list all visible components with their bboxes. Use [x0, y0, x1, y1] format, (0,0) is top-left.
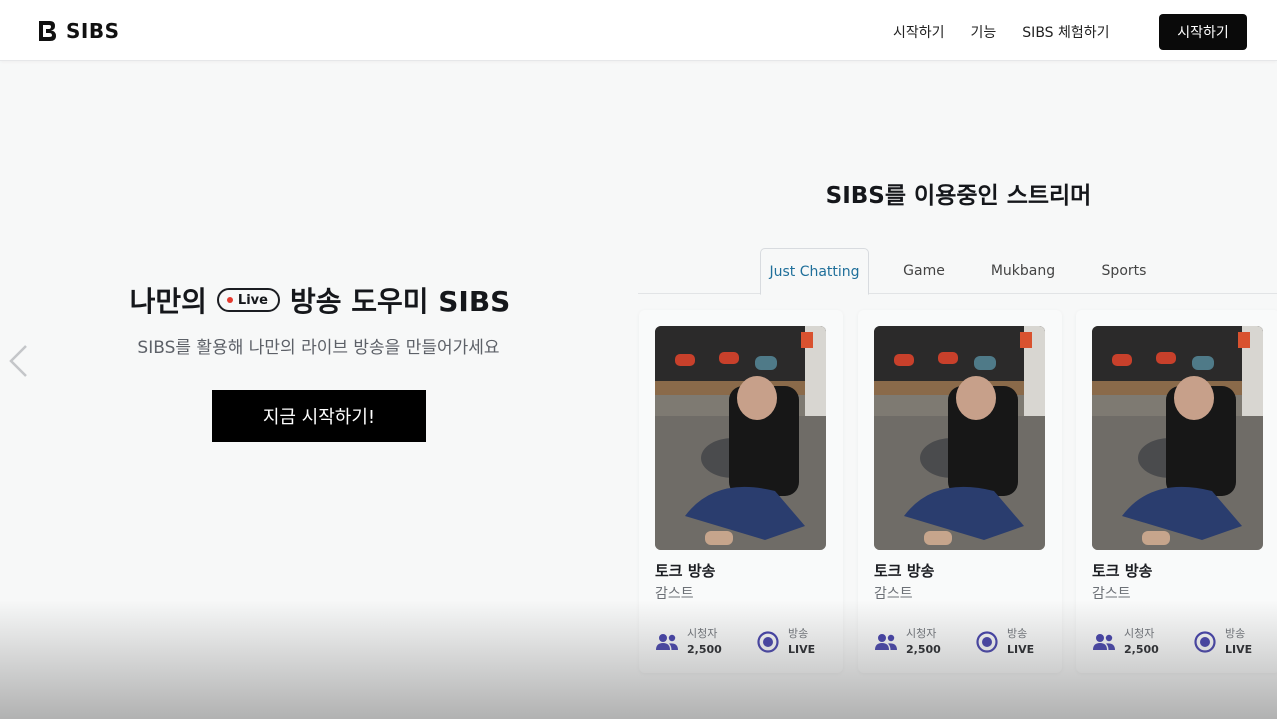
status-value: LIVE [1225, 643, 1253, 656]
card-title: 토크 방송 [655, 562, 716, 580]
viewers-stat: 시청자 2,500 [1092, 626, 1159, 658]
viewers-stat: 시청자 2,500 [655, 626, 722, 658]
live-badge: Live [216, 288, 280, 312]
tab-just-chatting[interactable]: Just Chatting [760, 248, 869, 295]
viewers-value: 2,500 [687, 643, 722, 656]
tab-game[interactable]: Game [890, 248, 958, 294]
card-title: 토크 방송 [874, 562, 935, 580]
live-stat: 방송 LIVE [975, 626, 1034, 658]
card-streamer-name: 감스트 [874, 586, 913, 602]
stream-thumbnail[interactable] [655, 326, 826, 550]
viewers-value: 2,500 [906, 643, 941, 656]
nav-link-try-sibs[interactable]: SIBS 체험하기 [1022, 22, 1109, 42]
logo-text: SIBS [66, 19, 120, 43]
category-tabs: Just Chatting Game Mukbang Sports [638, 248, 1277, 295]
viewers-value: 2,500 [1124, 643, 1159, 656]
nav-link-start[interactable]: 시작하기 [893, 22, 945, 42]
nav-links: 시작하기 기능 SIBS 체험하기 [893, 22, 1136, 42]
start-now-button[interactable]: 지금 시작하기! [212, 390, 426, 442]
nav-start-button[interactable]: 시작하기 [1159, 14, 1247, 50]
radio-button-icon [757, 631, 779, 653]
streamer-card[interactable]: 토크 방송 감스트 시청자 2,500 방송 LIVE [639, 310, 843, 673]
live-badge-label: Live [237, 292, 268, 308]
stream-thumbnail[interactable] [874, 326, 1045, 550]
logo-icon [39, 21, 56, 41]
card-streamer-name: 감스트 [655, 586, 694, 602]
users-icon [1093, 634, 1115, 650]
logo[interactable]: SIBS [38, 19, 120, 43]
card-title: 토크 방송 [1092, 562, 1153, 580]
stream-thumbnail[interactable] [1092, 326, 1263, 550]
streamer-card[interactable]: 토크 방송 감스트 시청자 2,500 방송 LIVE [1076, 310, 1277, 673]
live-stat: 방송 LIVE [756, 626, 815, 658]
tab-sports[interactable]: Sports [1090, 248, 1158, 294]
status-value: LIVE [788, 643, 816, 656]
hero-subtitle: SIBS를 활용해 나만의 라이브 방송을 만들어가세요 [137, 338, 500, 358]
status-label: 방송 [1225, 627, 1246, 640]
users-icon [656, 634, 678, 650]
radio-button-icon [1194, 631, 1216, 653]
top-navbar: SIBS 시작하기 기능 SIBS 체험하기 시작하기 [0, 0, 1277, 61]
tab-mukbang[interactable]: Mukbang [982, 248, 1064, 294]
users-icon [875, 634, 897, 650]
status-value: LIVE [1007, 643, 1035, 656]
hero-title: 나만의 Live 방송 도우미 SIBS [0, 280, 640, 320]
card-streamer-name: 감스트 [1092, 586, 1131, 602]
live-stat: 방송 LIVE [1193, 626, 1252, 658]
streamers-section-title: SIBS를 이용중인 스트리머 [825, 183, 1092, 209]
streamer-card[interactable]: 토크 방송 감스트 시청자 2,500 방송 LIVE [858, 310, 1062, 673]
live-dot-icon [226, 297, 233, 303]
nav-link-features[interactable]: 기능 [971, 22, 997, 42]
status-label: 방송 [788, 627, 809, 640]
viewers-label: 시청자 [687, 627, 718, 640]
viewers-label: 시청자 [906, 627, 937, 640]
status-label: 방송 [1007, 627, 1028, 640]
hero-title-right: 방송 도우미 SIBS [289, 285, 511, 318]
hero-title-left: 나만의 [129, 285, 207, 318]
viewers-stat: 시청자 2,500 [874, 626, 941, 658]
viewers-label: 시청자 [1124, 627, 1155, 640]
radio-button-icon [976, 631, 998, 653]
